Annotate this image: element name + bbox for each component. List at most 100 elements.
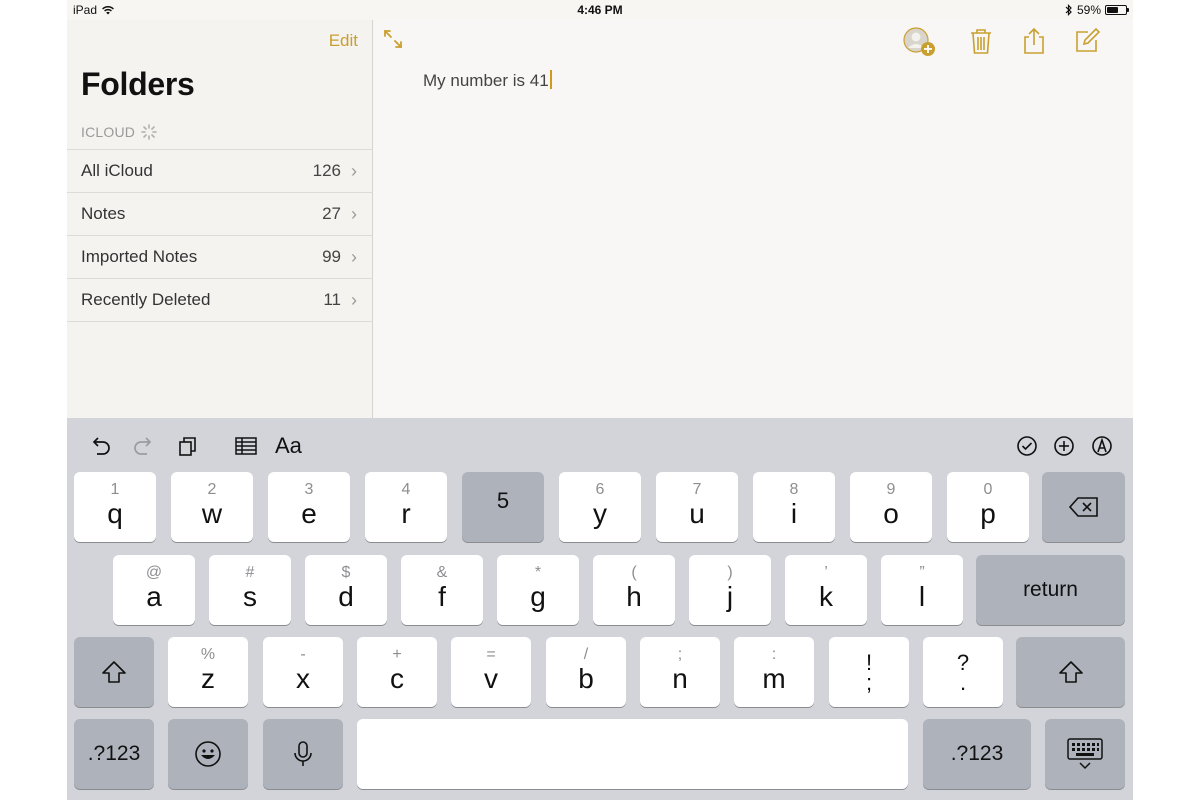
key-r[interactable]: 4 r [365,472,447,542]
key-y[interactable]: 6 y [559,472,641,542]
return-key[interactable]: return [976,555,1125,625]
key-m[interactable]: : m [734,637,814,707]
key-l[interactable]: ” l [881,555,963,625]
text-cursor [549,70,552,89]
key-secondary-label: & [436,564,448,581]
folder-row-imported-notes[interactable]: Imported Notes 99 › [67,236,373,279]
key-label: ; [865,670,873,695]
folder-row-all-icloud[interactable]: All iCloud 126 › [67,150,373,193]
key-exclamation-semicolon[interactable]: ! ; [829,637,909,707]
folder-name: Imported Notes [81,247,198,266]
key-secondary-label: 7 [692,481,702,498]
key-label: d [338,581,354,612]
note-text: My number is 41 [423,71,549,90]
delete-key[interactable] [1042,472,1125,542]
key-label: e [301,498,317,529]
key-b[interactable]: / b [546,637,626,707]
folder-row-recently-deleted[interactable]: Recently Deleted 11 › [67,279,373,322]
key-secondary-label: : [771,646,777,663]
key-secondary-label: 2 [207,481,217,498]
ipad-screen: iPad 4:46 PM 59% Edit Folders ICLOUD All… [67,0,1133,800]
key-e[interactable]: 3 e [268,472,350,542]
key-z[interactable]: % z [168,637,248,707]
key-f[interactable]: & f [401,555,483,625]
backspace-icon [1068,497,1098,517]
key-secondary-label: * [534,564,542,581]
folders-sidebar: Edit Folders ICLOUD All iCloud 126 › Not… [67,20,373,418]
trash-icon[interactable] [966,26,996,56]
key-secondary-label: # [245,564,255,581]
redo-icon[interactable] [130,432,158,460]
shift-key-right[interactable] [1016,637,1125,707]
key-h[interactable]: ( h [593,555,675,625]
table-icon[interactable] [232,432,260,460]
key-label: . [959,670,967,695]
shift-icon [102,661,126,683]
shift-key-left[interactable] [74,637,154,707]
key-d[interactable]: $ d [305,555,387,625]
section-label: ICLOUD [81,124,136,140]
folder-row-notes[interactable]: Notes 27 › [67,193,373,236]
note-body[interactable]: My number is 41 [423,70,552,91]
key-secondary-label: $ [341,564,351,581]
add-people-icon[interactable] [901,26,937,58]
paste-icon[interactable] [174,432,202,460]
status-right: 59% [1065,3,1129,17]
expand-icon[interactable] [382,28,404,50]
key-5-pressed[interactable]: 5 [462,472,544,542]
key-i[interactable]: 8 i [753,472,835,542]
key-label: z [201,663,215,694]
key-j[interactable]: ) j [689,555,771,625]
icloud-section-header: ICLOUD [81,124,157,140]
space-bar[interactable] [357,719,908,789]
key-k[interactable]: ’ k [785,555,867,625]
emoji-key[interactable] [168,719,248,789]
battery-fill [1107,7,1118,13]
dictation-key[interactable] [263,719,343,789]
key-q[interactable]: 1 q [74,472,156,542]
battery-icon [1105,5,1129,15]
key-label: q [107,498,123,529]
key-x[interactable]: - x [263,637,343,707]
key-label: k [819,581,833,612]
key-secondary-label: - [300,646,306,663]
key-s[interactable]: # s [209,555,291,625]
sketch-icon[interactable] [1088,432,1116,460]
folder-count: 126 [312,161,341,180]
key-secondary-label: 0 [983,481,993,498]
loading-spinner-icon [141,124,157,140]
key-label: r [401,498,411,529]
note-editor[interactable]: My number is 41 [374,20,1133,418]
share-icon[interactable] [1019,26,1049,56]
edit-button[interactable]: Edit [329,31,358,51]
folder-list: All iCloud 126 › Notes 27 › Imported Not… [67,149,373,322]
key-u[interactable]: 7 u [656,472,738,542]
compose-icon[interactable] [1072,26,1102,56]
key-label: c [390,663,404,694]
dismiss-keyboard-key[interactable] [1045,719,1125,789]
key-w[interactable]: 2 w [171,472,253,542]
key-c[interactable]: + c [357,637,437,707]
key-n[interactable]: ; n [640,637,720,707]
numbers-key-left[interactable]: .?123 [74,719,154,789]
checklist-icon[interactable] [1013,432,1041,460]
undo-icon[interactable] [86,432,114,460]
key-secondary-label: 1 [110,481,120,498]
key-label: l [918,581,926,612]
key-g[interactable]: * g [497,555,579,625]
bluetooth-icon [1065,4,1072,16]
key-p[interactable]: 0 p [947,472,1029,542]
key-secondary-label: / [583,646,589,663]
numbers-key-right[interactable]: .?123 [923,719,1031,789]
key-secondary-label: + [392,646,402,663]
format-icon[interactable]: Aa [275,432,315,460]
key-v[interactable]: = v [451,637,531,707]
key-question-period[interactable]: ? . [923,637,1003,707]
key-o[interactable]: 9 o [850,472,932,542]
folder-count: 27 [322,204,341,223]
add-icon[interactable] [1050,432,1078,460]
key-a[interactable]: @ a [113,555,195,625]
key-secondary-label: ’ [824,564,828,581]
key-secondary-label: 9 [886,481,896,498]
key-secondary-label: ; [677,646,683,663]
